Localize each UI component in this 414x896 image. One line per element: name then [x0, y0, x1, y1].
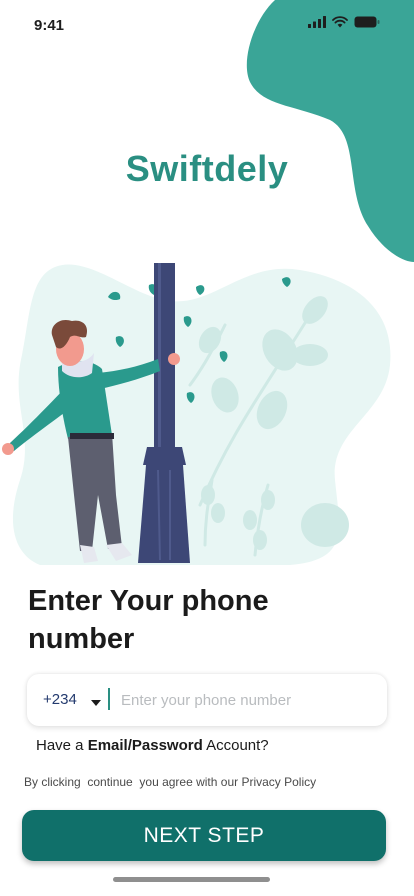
- page-title: Enter Your phone number: [28, 585, 269, 655]
- hero-illustration: [2, 263, 391, 565]
- home-indicator: [113, 877, 270, 882]
- alt-login-suffix: Account?: [202, 737, 269, 754]
- email-password-link[interactable]: Email/Password: [88, 737, 203, 754]
- status-bar: 9:41: [0, 0, 414, 50]
- phone-field: +234: [27, 674, 387, 726]
- status-time: 9:41: [34, 17, 65, 34]
- wifi-icon: [332, 16, 348, 28]
- chevron-down-icon[interactable]: [91, 700, 101, 706]
- next-step-button[interactable]: NEXT STEP: [22, 810, 386, 861]
- privacy-policy-text[interactable]: By clicking continue you agree with our …: [24, 775, 316, 789]
- country-code-select[interactable]: +234: [43, 691, 77, 708]
- signal-icon: [308, 16, 326, 28]
- battery-icon: [354, 16, 380, 28]
- phone-input[interactable]: [121, 688, 371, 712]
- status-icons: [308, 16, 380, 28]
- field-divider: [108, 688, 110, 710]
- alt-login-text: Have a Email/Password Account?: [36, 737, 269, 754]
- brand-logo: Swiftdely: [125, 148, 289, 189]
- alt-login-prefix: Have a: [36, 737, 88, 754]
